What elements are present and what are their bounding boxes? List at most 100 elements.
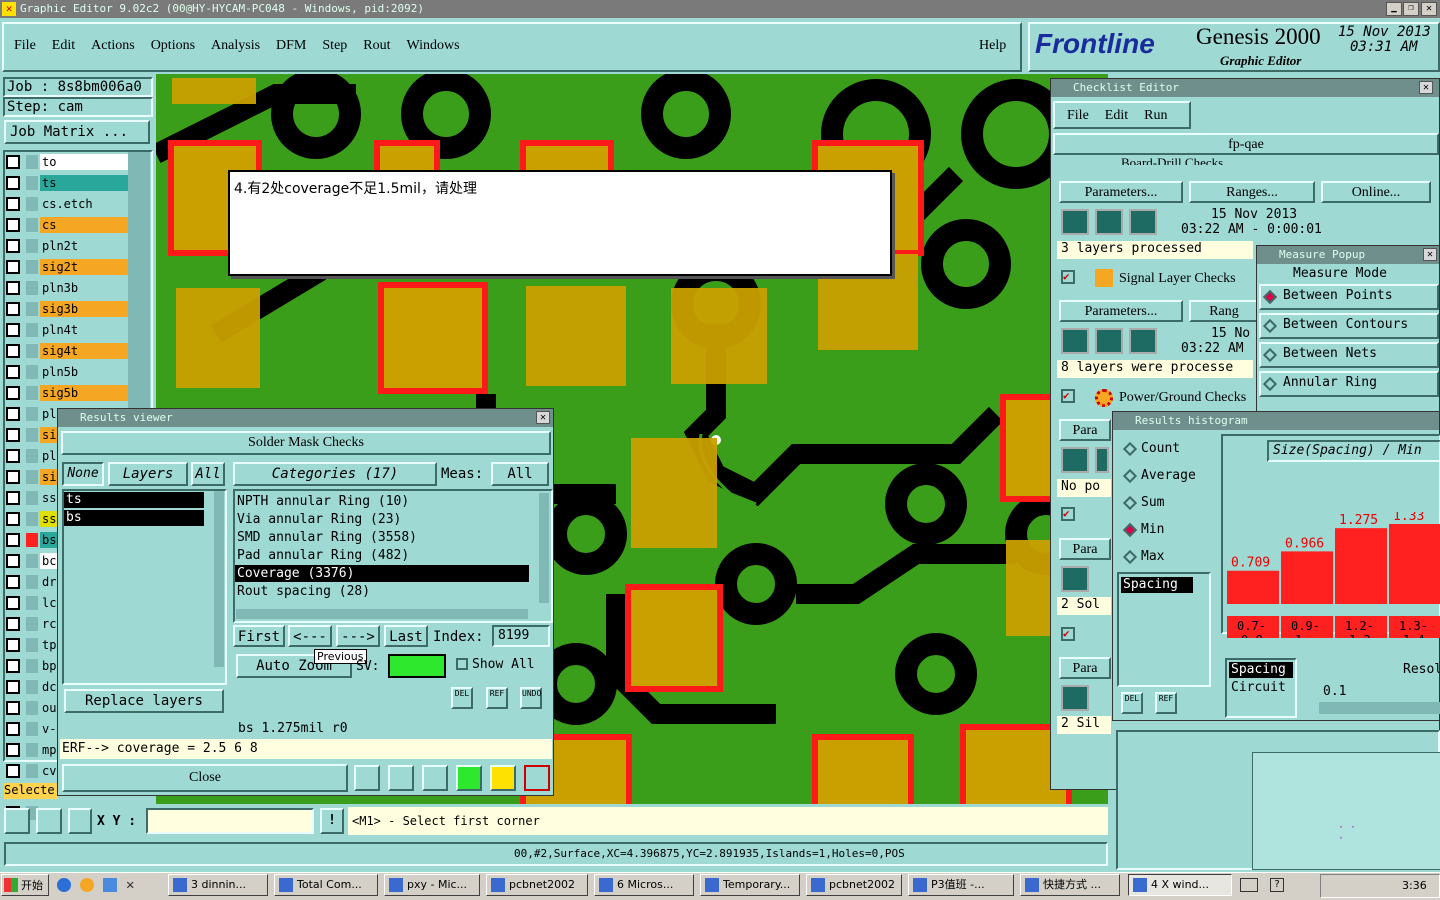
hist-list2-item-0[interactable]: Spacing (1229, 662, 1293, 678)
layer-row[interactable]: pln3b (6, 279, 128, 297)
measure-close-icon[interactable]: ✕ (1423, 248, 1437, 261)
checklist-menu-edit[interactable]: Edit (1105, 108, 1128, 124)
menu-file[interactable]: File (14, 38, 36, 54)
category-item[interactable]: Coverage (3376) (235, 565, 529, 582)
checklist-close-icon[interactable]: ✕ (1419, 81, 1433, 94)
layer-row[interactable]: sig5b (6, 384, 128, 402)
taskbar-item[interactable]: Total Com... (274, 874, 378, 896)
close-icon[interactable]: ✕ (1421, 2, 1437, 16)
power-ground-row[interactable]: Power/Ground Checks (1119, 390, 1246, 406)
layer-checkbox[interactable] (6, 554, 20, 568)
layer-checkbox[interactable] (6, 617, 20, 631)
layer-name[interactable]: sig4t (40, 343, 128, 359)
run-icon-2[interactable] (1095, 209, 1123, 235)
histogram-bar[interactable] (1335, 528, 1387, 604)
layer-name[interactable]: cs (40, 217, 128, 233)
hist-option[interactable]: Average (1117, 465, 1213, 489)
quicklaunch-ie-icon[interactable] (57, 878, 71, 892)
checklist-menu-file[interactable]: File (1067, 108, 1089, 124)
layer-name[interactable]: cs.etch (40, 196, 128, 212)
hist-resol-slider[interactable] (1319, 702, 1440, 714)
next-button[interactable]: ---> (336, 625, 380, 647)
taskbar-item[interactable]: Temporary... (700, 874, 800, 896)
category-item[interactable]: Rout spacing (28) (235, 583, 529, 600)
menu-actions[interactable]: Actions (91, 38, 135, 54)
ref-icon[interactable]: REF (486, 687, 508, 709)
minimize-button[interactable]: ▁ (1386, 2, 1402, 16)
layer-checkbox[interactable] (6, 176, 20, 190)
category-item[interactable]: Via annular Ring (23) (235, 511, 529, 528)
layer-name[interactable]: pln2t (40, 238, 128, 254)
zoom-icon[interactable] (354, 765, 380, 791)
hist-list-item[interactable]: Spacing (1121, 577, 1193, 593)
layer-checkbox[interactable] (6, 470, 20, 484)
layer-checkbox[interactable] (6, 155, 20, 169)
layer-checkbox[interactable] (6, 533, 20, 547)
row5-checkbox[interactable]: ✔ (1061, 627, 1075, 641)
taskbar-item[interactable]: pcbnet2002 (486, 874, 588, 896)
run-icon-5[interactable] (1095, 328, 1123, 354)
layer-result-ts[interactable]: ts (64, 492, 204, 508)
menu-dfm[interactable]: DFM (276, 38, 306, 54)
hist-combo[interactable]: Size(Spacing) / Min (1267, 440, 1440, 462)
layer-checkbox[interactable] (6, 344, 20, 358)
measure-option[interactable]: Between Points (1259, 284, 1439, 310)
layer-checkbox[interactable] (6, 659, 20, 673)
measure-tool-icon[interactable] (36, 808, 62, 834)
hist-ref-icon[interactable]: REF (1155, 692, 1177, 714)
previous-button[interactable]: <--- (288, 625, 332, 647)
category-item[interactable]: Pad annular Ring (482) (235, 547, 529, 564)
run-icon-10[interactable] (1061, 685, 1089, 711)
ref-erase-icon[interactable] (422, 765, 448, 791)
snap-icon[interactable] (68, 808, 92, 834)
parameters-button-1[interactable]: Parameters... (1059, 181, 1183, 203)
hist-option[interactable]: Count (1117, 438, 1213, 462)
layer-checkbox[interactable] (6, 596, 20, 610)
layer-checkbox[interactable] (6, 281, 20, 295)
board-drill-row[interactable]: Board-Drill Checks (1121, 155, 1223, 165)
menu-options[interactable]: Options (151, 38, 195, 54)
layer-name[interactable]: pln3b (40, 280, 128, 296)
power-checkbox[interactable]: ✔ (1061, 389, 1075, 403)
alert-icon[interactable]: ! (320, 808, 344, 834)
layer-checkbox[interactable] (6, 239, 20, 253)
show-all-checkbox[interactable] (456, 658, 468, 670)
first-button[interactable]: First (233, 625, 285, 647)
category-item[interactable]: SMD annular Ring (3558) (235, 529, 529, 546)
filter-none-button[interactable]: None (62, 462, 104, 486)
measure-option[interactable]: Annular Ring (1259, 371, 1439, 397)
checklist-menu-run[interactable]: Run (1144, 108, 1167, 124)
menu-step[interactable]: Step (322, 38, 347, 54)
hist-option[interactable]: Min (1117, 519, 1213, 543)
layer-row[interactable]: ts (6, 174, 128, 192)
taskbar-item[interactable]: 快捷方式 ... (1020, 874, 1120, 896)
menu-help[interactable]: Help (979, 38, 1006, 54)
layer-result-bs[interactable]: bs (64, 510, 204, 526)
layer-row[interactable]: pln5b (6, 363, 128, 381)
layer-checkbox[interactable] (6, 680, 20, 694)
filter-layers-button[interactable]: Layers (108, 462, 188, 486)
layer-row[interactable]: cs (6, 216, 128, 234)
histogram-icon[interactable] (524, 765, 550, 791)
layer-row[interactable]: pln2t (6, 237, 128, 255)
menu-edit[interactable]: Edit (52, 38, 75, 54)
zoom-window-icon[interactable] (4, 808, 30, 834)
layer-checkbox[interactable] (6, 302, 20, 316)
layer-name[interactable]: ts (40, 175, 128, 191)
layer-checkbox[interactable] (6, 701, 20, 715)
results-viewer-close-icon[interactable]: ✕ (536, 411, 550, 424)
maximize-button[interactable]: ❐ (1403, 2, 1419, 16)
taskbar-item[interactable]: 4 X wind... (1128, 874, 1232, 896)
parameters-button-4[interactable]: Para (1059, 538, 1111, 560)
quicklaunch-refresh-icon[interactable] (103, 878, 117, 892)
layer-checkbox[interactable] (6, 197, 20, 211)
layer-name[interactable]: sig3b (40, 301, 128, 317)
overview-map[interactable]: · · · (1116, 730, 1440, 870)
tray-keyboard-icon[interactable] (1240, 878, 1258, 892)
layer-checkbox[interactable] (6, 722, 20, 736)
run-icon-4[interactable] (1061, 328, 1089, 354)
menu-windows[interactable]: Windows (407, 38, 460, 54)
category-vscroll[interactable] (539, 493, 549, 603)
run-icon-3[interactable] (1129, 209, 1157, 235)
filter-all-button[interactable]: All (191, 462, 225, 486)
